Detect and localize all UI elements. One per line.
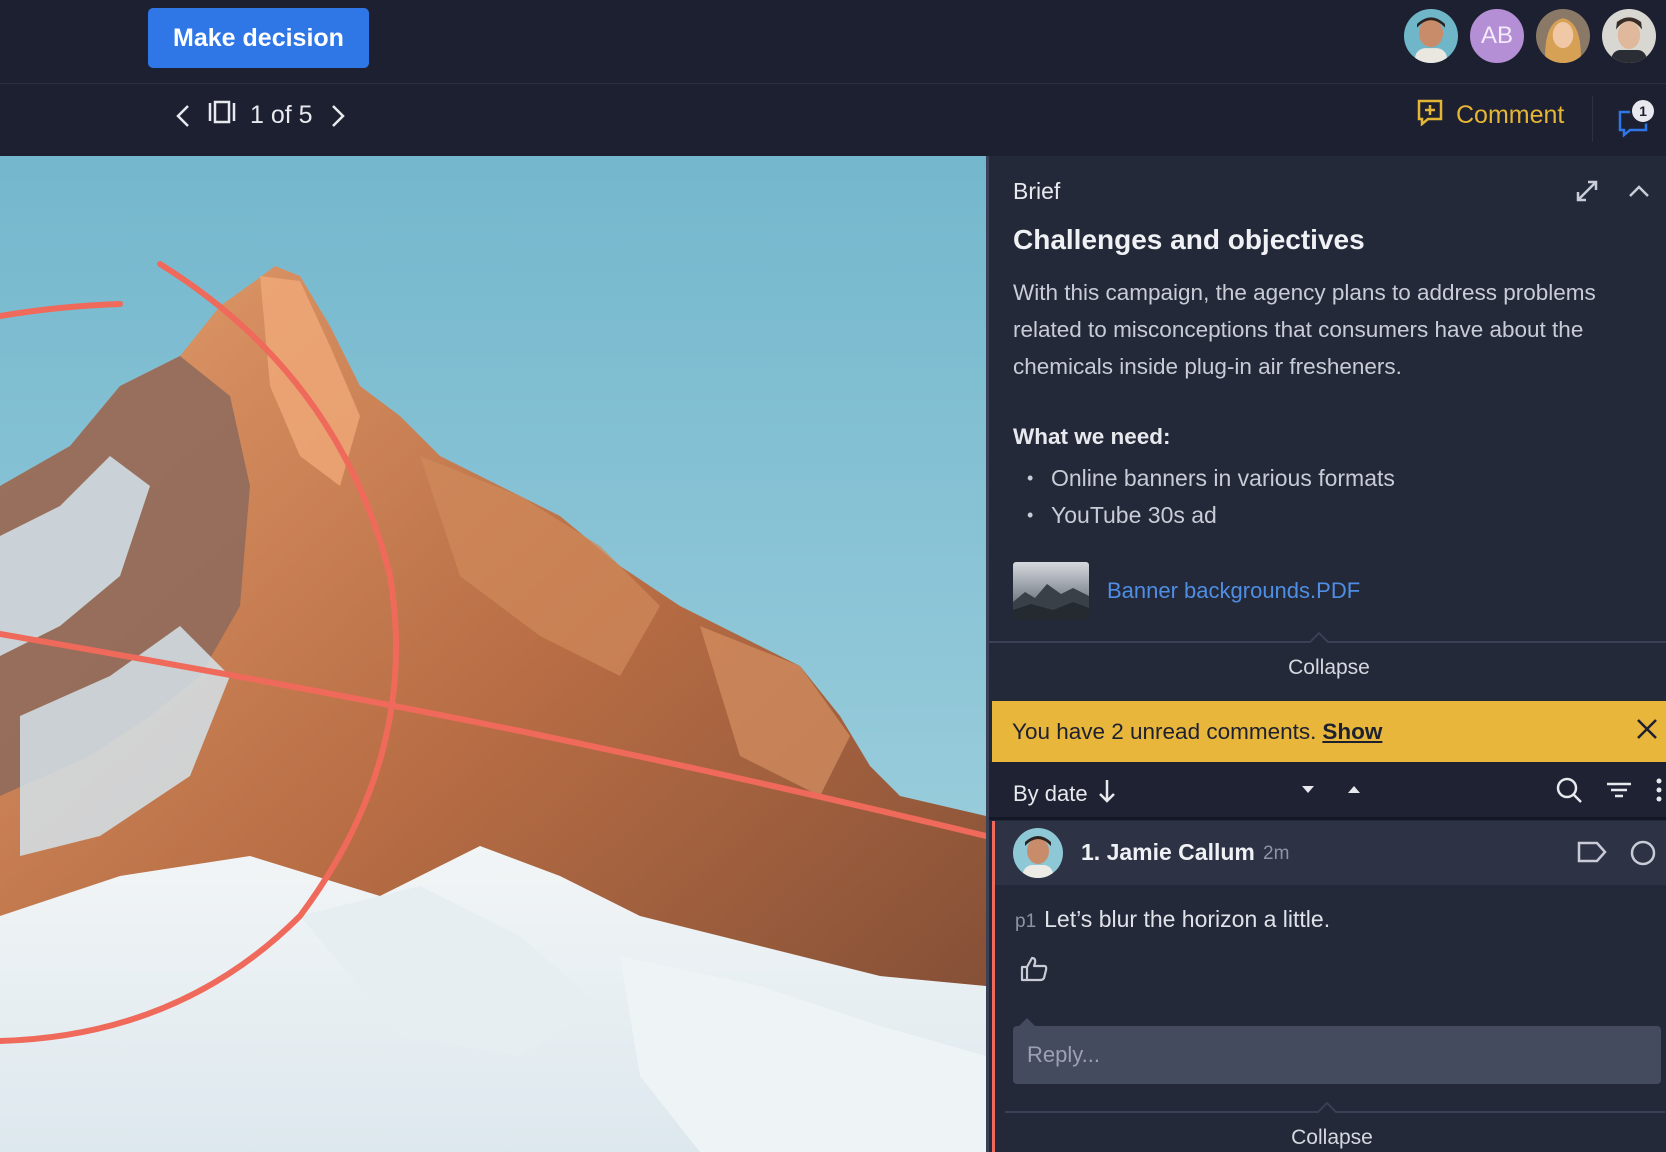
divider <box>1592 96 1593 142</box>
needs-heading: What we need: <box>1013 424 1171 449</box>
list-item-label: Online banners in various formats <box>1051 465 1395 491</box>
avatar[interactable] <box>1600 7 1658 65</box>
comment-actions <box>1577 839 1657 872</box>
review-image-canvas[interactable] <box>0 156 986 1152</box>
pages-icon[interactable] <box>208 100 236 131</box>
notch-decoration <box>1317 1101 1337 1113</box>
page-indicator: 1 of 5 <box>250 101 313 129</box>
brief-title: Challenges and objectives <box>1013 224 1365 255</box>
avatar <box>1013 828 1063 878</box>
bullet: • <box>1027 505 1034 525</box>
search-icon[interactable] <box>1555 776 1583 809</box>
close-icon[interactable] <box>1635 717 1659 747</box>
chevron-right-icon[interactable] <box>327 101 349 131</box>
filter-icon[interactable] <box>1605 778 1633 807</box>
brief-heading: Brief <box>1013 178 1061 204</box>
chevron-up-icon[interactable] <box>1626 178 1652 209</box>
expand-icon[interactable] <box>1574 178 1600 209</box>
add-comment-button[interactable]: Comment <box>1416 98 1564 133</box>
avatar[interactable] <box>1534 7 1592 65</box>
sort-by-date-button[interactable]: By date <box>1013 778 1116 810</box>
avatar[interactable]: AB <box>1468 7 1526 65</box>
more-options-icon[interactable] <box>1655 777 1663 808</box>
sort-direction-toggles <box>1301 782 1361 801</box>
caret-down-icon[interactable] <box>1301 782 1315 801</box>
comment-page-ref: p1 <box>1015 911 1037 932</box>
page-navigator: 1 of 5 <box>172 100 349 131</box>
notch-decoration <box>1309 631 1329 643</box>
brief-header-actions <box>1574 178 1652 209</box>
avatar[interactable] <box>1402 7 1460 65</box>
needs-list: • Online banners in various formats • YouT… <box>1013 460 1395 534</box>
list-item-label: YouTube 30s ad <box>1051 502 1217 528</box>
resolve-circle-icon[interactable] <box>1629 839 1657 872</box>
thumbs-up-icon[interactable] <box>1019 955 1049 988</box>
chevron-left-icon[interactable] <box>172 101 194 131</box>
comment-body: p1 Let’s blur the horizon a little. <box>1015 906 1330 933</box>
avatar-initials: AB <box>1480 22 1513 49</box>
caret-up-icon[interactable] <box>1347 782 1361 801</box>
brief-collapse-button[interactable]: Collapse <box>989 656 1666 680</box>
sort-label: By date <box>1013 781 1088 806</box>
comments-tools <box>1555 776 1663 809</box>
comment-card[interactable]: 1. Jamie Callum 2m p1 Let’s blur the hori… <box>992 821 1666 1152</box>
collaborator-avatars: AB <box>1402 7 1658 65</box>
brief-and-comments-panel: Brief Challenges and objectives With thi… <box>986 156 1666 1152</box>
mountain-image <box>0 156 986 1152</box>
tag-icon[interactable] <box>1577 839 1607 872</box>
comments-sort-bar: By date <box>989 762 1666 820</box>
comment-author[interactable]: 1. Jamie Callum <box>1081 839 1255 866</box>
comment-count-badge: 1 <box>1630 98 1656 124</box>
comment-timestamp: 2m <box>1263 843 1290 864</box>
make-decision-button[interactable]: Make decision <box>148 8 369 68</box>
list-item: • Online banners in various formats <box>1013 460 1395 497</box>
top-bar: Make decision AB <box>0 0 1666 84</box>
list-item: • YouTube 30s ad <box>1013 497 1395 534</box>
attachment[interactable]: Banner backgrounds.PDF <box>1013 562 1360 620</box>
comment-label: Comment <box>1456 101 1565 129</box>
attachment-link[interactable]: Banner backgrounds.PDF <box>1107 578 1360 604</box>
reply-input[interactable]: Reply... <box>1013 1026 1661 1084</box>
arrow-down-icon <box>1098 778 1116 810</box>
unread-comments-banner: You have 2 unread comments. Show <box>992 701 1666 762</box>
add-comment-icon <box>1416 98 1444 133</box>
comment-header: 1. Jamie Callum 2m <box>995 821 1666 885</box>
attachment-thumbnail <box>1013 562 1089 620</box>
unread-text: You have 2 unread comments. <box>1012 718 1317 744</box>
bullet: • <box>1027 468 1034 488</box>
brief-description: With this campaign, the agency plans to … <box>1013 280 1596 379</box>
comment-collapse-button[interactable]: Collapse <box>995 1126 1666 1150</box>
comment-text: Let’s blur the horizon a little. <box>1044 906 1331 932</box>
show-unread-link[interactable]: Show <box>1322 719 1382 745</box>
